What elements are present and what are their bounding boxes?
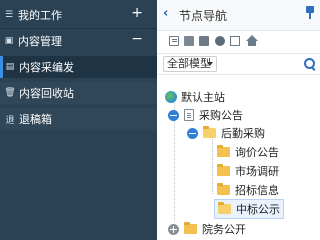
node-navigation-panel: ‹ 节点导航 全部模型 默认主站 采购公告 后勤采购 询价公告 市场调研 招标信… <box>157 0 320 240</box>
document-icon <box>184 109 194 121</box>
sidebar-section-label: 内容管理 <box>18 35 62 48</box>
node-tree: 默认主站 采购公告 后勤采购 询价公告 市场调研 招标信息 中标公示 院务公开 <box>157 76 320 240</box>
tree-node-market-research[interactable]: 市场调研 <box>217 162 279 180</box>
folder-icon <box>217 164 230 176</box>
globe-icon[interactable] <box>215 36 225 46</box>
chevron-left-icon[interactable]: ‹ <box>163 6 168 21</box>
tree-node-award-notice[interactable]: 中标公示 <box>214 199 284 219</box>
archive-icon[interactable] <box>199 36 209 46</box>
tree-node-affairs[interactable]: 院务公开 <box>168 220 246 238</box>
tree-node-procurement[interactable]: 采购公告 <box>168 106 243 124</box>
tree-node-label: 市场调研 <box>235 165 279 178</box>
filter-row: 全部模型 <box>157 53 320 75</box>
divider <box>0 28 157 29</box>
globe-icon <box>165 91 177 103</box>
home-icon[interactable] <box>246 35 258 46</box>
tree-node-label: 询价公告 <box>235 146 279 159</box>
clipboard-icon[interactable] <box>230 36 240 46</box>
panel-title: 节点导航 <box>179 9 228 23</box>
panel-header: ‹ 节点导航 <box>157 0 320 31</box>
pin-icon[interactable] <box>304 5 316 21</box>
collapse-icon[interactable] <box>187 127 198 139</box>
tree-node-label: 采购公告 <box>199 109 243 122</box>
tree-node-label: 院务公开 <box>202 223 246 236</box>
expand-icon[interactable] <box>168 223 179 235</box>
folder-icon <box>217 183 230 195</box>
copy-icon[interactable] <box>169 36 179 46</box>
sidebar: ☰ 我的工作 + ▣ 内容管理 − ▤ 内容采编发 🗑 内容回收站 退 退稿箱 <box>0 0 157 240</box>
tree-node-inquiry[interactable]: 询价公告 <box>217 143 279 161</box>
sidebar-section-label: 我的工作 <box>18 9 62 22</box>
trash-icon: 🗑 <box>4 88 16 98</box>
collapse-icon[interactable]: − <box>131 31 143 47</box>
collapse-icon[interactable] <box>168 109 179 121</box>
menu-icon: ☰ <box>4 10 14 20</box>
folder-icon: ▣ <box>4 36 14 46</box>
tree-toolbar <box>157 32 320 52</box>
sidebar-item-recycle-bin[interactable]: 🗑 内容回收站 <box>0 82 157 104</box>
sidebar-item-content-editing[interactable]: ▤ 内容采编发 <box>0 56 157 78</box>
sidebar-item-label: 退稿箱 <box>19 113 52 126</box>
sidebar-section-my-work[interactable]: ☰ 我的工作 + <box>0 4 157 26</box>
tree-node-label: 招标信息 <box>235 184 279 197</box>
list-icon: ▤ <box>5 62 15 72</box>
model-select-value: 全部模型 <box>167 57 211 70</box>
sidebar-item-rejected[interactable]: 退 退稿箱 <box>0 108 157 130</box>
doc-icon[interactable] <box>184 36 194 46</box>
folder-open-icon <box>218 202 231 214</box>
tree-node-label: 中标公示 <box>236 203 280 216</box>
folder-icon <box>184 222 197 234</box>
expand-icon[interactable]: + <box>131 5 143 21</box>
folder-open-icon <box>203 126 216 138</box>
folder-icon <box>217 145 230 157</box>
return-icon: 退 <box>5 115 15 126</box>
caret-down-icon <box>207 62 213 66</box>
search-icon[interactable] <box>304 58 316 71</box>
tree-node-label: 后勤采购 <box>221 127 265 140</box>
sidebar-item-label: 内容回收站 <box>19 87 74 100</box>
tree-node-tender-info[interactable]: 招标信息 <box>217 181 279 199</box>
sidebar-section-content-management[interactable]: ▣ 内容管理 − <box>0 30 157 52</box>
tree-node-root[interactable]: 默认主站 <box>165 88 225 106</box>
model-select[interactable]: 全部模型 <box>163 56 217 72</box>
sidebar-item-label: 内容采编发 <box>19 61 74 74</box>
tree-node-label: 默认主站 <box>181 91 225 104</box>
tree-node-logistics[interactable]: 后勤采购 <box>187 124 265 142</box>
